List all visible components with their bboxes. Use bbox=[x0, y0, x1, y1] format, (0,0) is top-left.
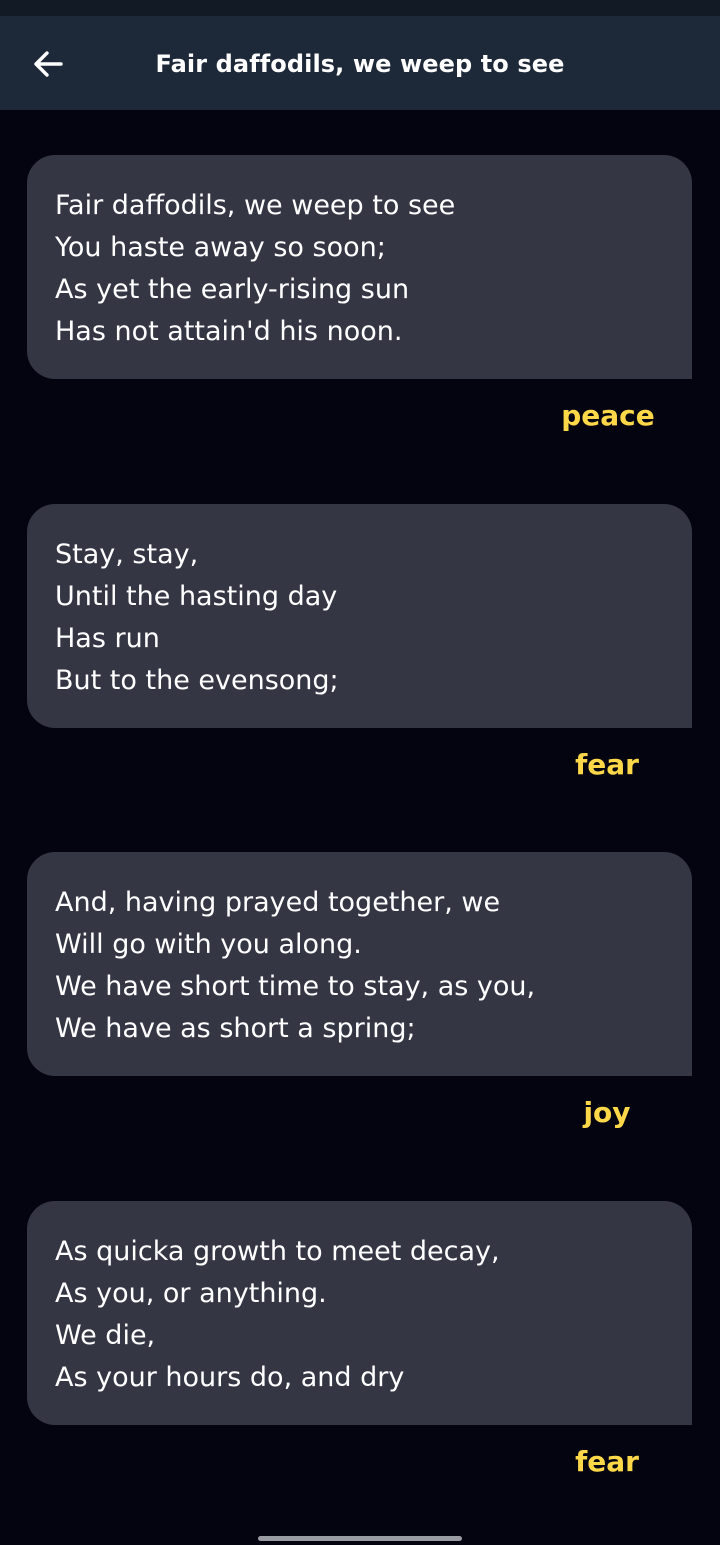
stanza-line: Stay, stay, bbox=[55, 539, 199, 570]
stanza-card[interactable]: And, having prayed together, we Will go … bbox=[27, 852, 692, 1076]
stanza-line: But to the evensong; bbox=[55, 665, 339, 696]
stanza-line: We have as short a spring; bbox=[55, 1013, 416, 1044]
emotion-label: fear bbox=[575, 1445, 639, 1478]
stanza-line: You haste away so soon; bbox=[55, 232, 386, 263]
page-title: Fair daffodils, we weep to see bbox=[155, 50, 565, 78]
status-bar bbox=[0, 0, 720, 16]
stanza-line: As quicka growth to meet decay, bbox=[55, 1236, 500, 1267]
stanza-line: We have short time to stay, as you, bbox=[55, 971, 536, 1002]
stanza-line: As your hours do, and dry bbox=[55, 1362, 405, 1393]
stanza-line: Fair daffodils, we weep to see bbox=[55, 190, 456, 221]
stanza-line: Will go with you along. bbox=[55, 929, 362, 960]
home-indicator[interactable] bbox=[258, 1536, 462, 1541]
stanza-line: Until the hasting day bbox=[55, 581, 338, 612]
stanza-line: As yet the early-rising sun bbox=[55, 274, 410, 305]
emotion-label: peace bbox=[561, 399, 655, 432]
stanza-line: We die, bbox=[55, 1320, 156, 1351]
stanza-line: Has not attain'd his noon. bbox=[55, 316, 403, 347]
app-bar: Fair daffodils, we weep to see bbox=[0, 16, 720, 110]
stanza-line: As you, or anything. bbox=[55, 1278, 327, 1309]
stanza-card[interactable]: As quicka growth to meet decay, As you, … bbox=[27, 1201, 692, 1425]
stanza-card[interactable]: Fair daffodils, we weep to see You haste… bbox=[27, 155, 692, 379]
stanza-line: Has run bbox=[55, 623, 160, 654]
emotion-label: joy bbox=[583, 1096, 631, 1129]
stanza-card[interactable]: Stay, stay, Until the hasting day Has ru… bbox=[27, 504, 692, 728]
stanza-line: And, having prayed together, we bbox=[55, 887, 501, 918]
emotion-label: fear bbox=[575, 748, 639, 781]
